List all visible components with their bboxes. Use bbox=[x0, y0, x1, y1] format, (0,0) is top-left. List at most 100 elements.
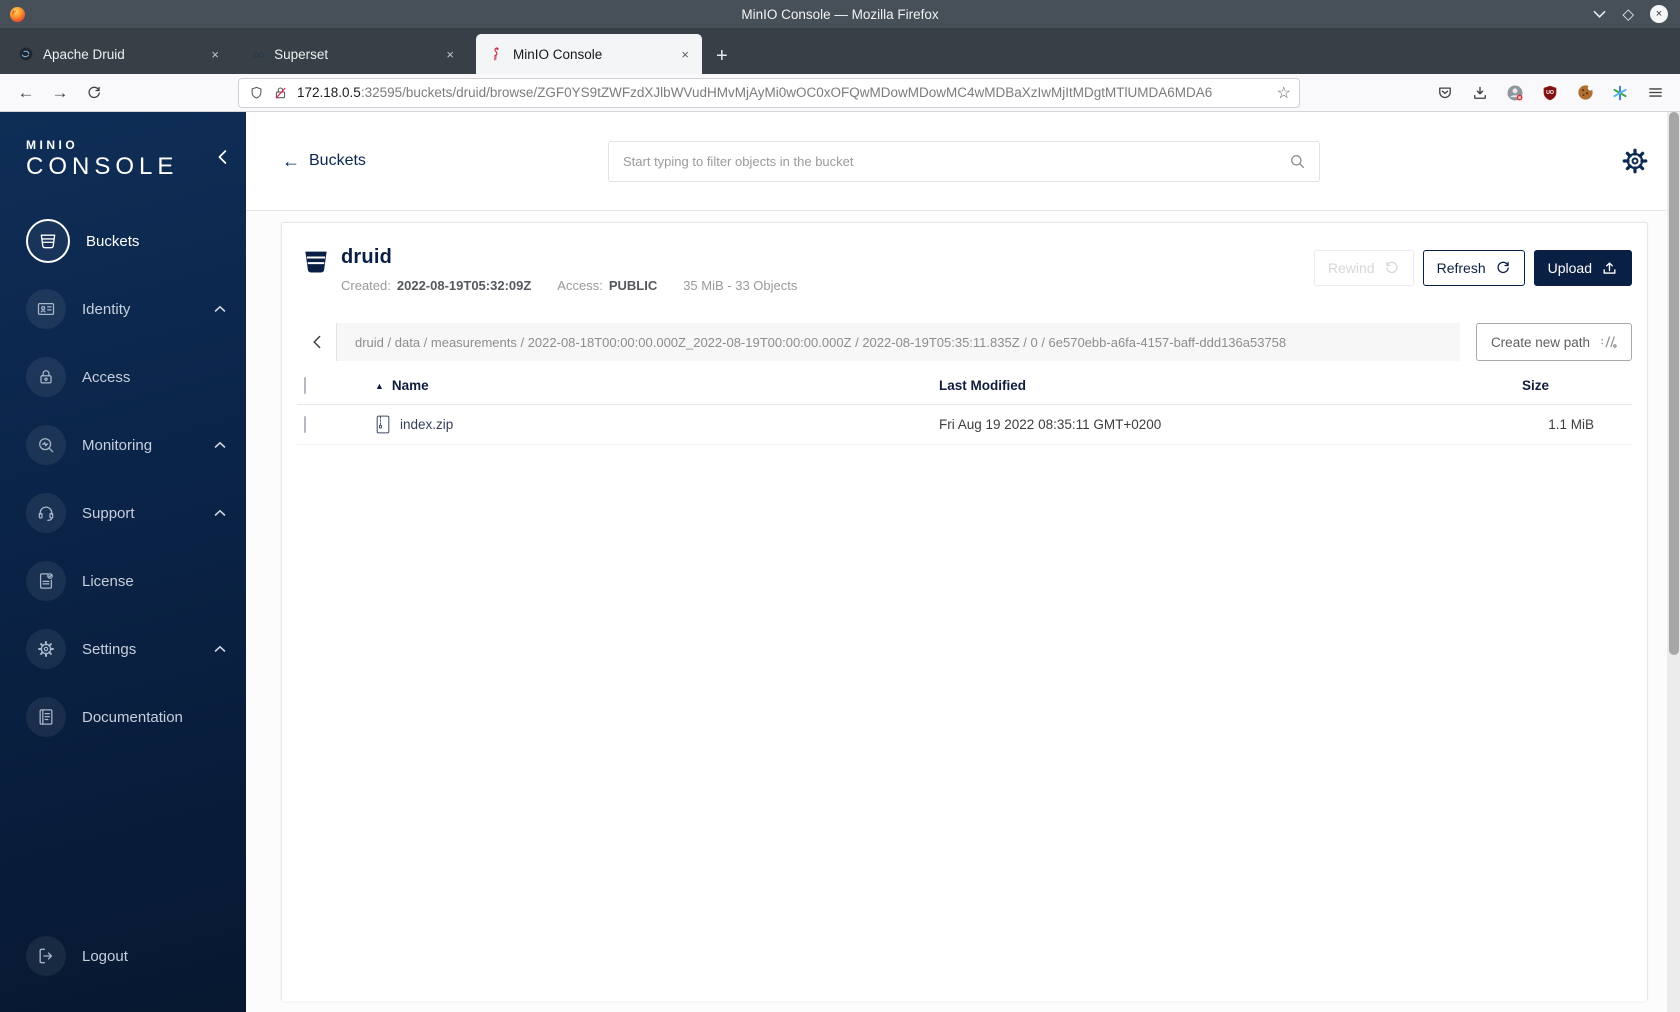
access-label: Access: bbox=[557, 278, 603, 293]
tab-label: MinIO Console bbox=[513, 46, 603, 62]
window-title: MinIO Console — Mozilla Firefox bbox=[741, 6, 939, 22]
rewind-label: Rewind bbox=[1327, 260, 1375, 276]
access-value: PUBLIC bbox=[608, 278, 658, 293]
rewind-icon bbox=[1385, 261, 1398, 274]
page-scrollbar[interactable] bbox=[1667, 112, 1680, 1012]
sidebar-item-label: Monitoring bbox=[82, 436, 153, 454]
chevron-up-icon bbox=[214, 509, 226, 517]
sidebar-item-settings[interactable]: Settings bbox=[0, 615, 246, 683]
logout-label: Logout bbox=[82, 947, 128, 965]
create-path-label: Create new path bbox=[1490, 334, 1590, 350]
sidebar-item-license[interactable]: License bbox=[0, 547, 246, 615]
sidebar-item-support[interactable]: Support bbox=[0, 479, 246, 547]
table-row[interactable]: index.zip Fri Aug 19 2022 08:35:11 GMT+0… bbox=[297, 405, 1632, 445]
monitoring-icon bbox=[26, 425, 66, 465]
tab-close-icon[interactable]: × bbox=[678, 47, 692, 62]
sidebar-item-label: Support bbox=[82, 504, 135, 522]
browser-forward-icon[interactable]: → bbox=[46, 79, 74, 107]
profile-extension-icon[interactable] bbox=[1503, 81, 1527, 105]
object-name-cell[interactable]: index.zip bbox=[355, 415, 939, 434]
tab-close-icon[interactable]: × bbox=[208, 47, 222, 62]
browser-toolbar: ← → 172.18.0.5:32595/buckets/druid/brows… bbox=[0, 74, 1680, 112]
back-arrow-icon: ← bbox=[282, 151, 300, 171]
column-header-last-modified: Last Modified bbox=[939, 378, 1026, 393]
svg-text:UO: UO bbox=[1546, 90, 1554, 96]
new-tab-button[interactable]: + bbox=[716, 46, 728, 66]
chevron-up-icon bbox=[214, 645, 226, 653]
refresh-button[interactable]: Refresh bbox=[1422, 250, 1525, 286]
url-host: 172.18.0.5 bbox=[297, 85, 361, 100]
bucket-browser-card: druid Created: 2022-08-19T05:32:09Z Acce… bbox=[281, 222, 1648, 1001]
upload-button[interactable]: Upload bbox=[1533, 250, 1632, 286]
tab-bar: Apache Druid × ∞ Superset × MinIO Consol… bbox=[0, 28, 1680, 74]
search-icon bbox=[1288, 152, 1307, 171]
logout-icon bbox=[26, 936, 66, 976]
lock-icon bbox=[26, 357, 66, 397]
object-size: 1.1 MiB bbox=[1548, 417, 1594, 432]
sidebar-item-logout[interactable]: Logout bbox=[0, 922, 246, 990]
sidebar-item-monitoring[interactable]: Monitoring bbox=[0, 411, 246, 479]
tab-superset[interactable]: ∞ Superset × bbox=[241, 34, 467, 74]
cookie-extension-icon[interactable] bbox=[1573, 81, 1597, 105]
sidebar-item-identity[interactable]: Identity bbox=[0, 275, 246, 343]
window-titlebar: MinIO Console — Mozilla Firefox ◇ × bbox=[0, 0, 1680, 28]
console-logo: CONSOLE bbox=[26, 153, 179, 180]
chevron-up-icon bbox=[214, 441, 226, 449]
sidebar-item-label: Identity bbox=[82, 300, 131, 318]
object-name: index.zip bbox=[400, 417, 454, 432]
console-settings-gear-icon[interactable] bbox=[1620, 146, 1650, 176]
url-text[interactable]: 172.18.0.5:32595/buckets/druid/browse/ZG… bbox=[297, 85, 1271, 100]
sidebar-item-label: Buckets bbox=[86, 232, 140, 250]
insecure-lock-icon[interactable] bbox=[273, 85, 288, 101]
upload-icon bbox=[1603, 261, 1616, 274]
identity-icon bbox=[26, 289, 66, 329]
window-close-icon[interactable]: × bbox=[1650, 5, 1668, 23]
url-bar[interactable]: 172.18.0.5:32595/buckets/druid/browse/ZG… bbox=[238, 77, 1300, 108]
tab-close-icon[interactable]: × bbox=[443, 47, 457, 62]
breadcrumb-back-chevron[interactable] bbox=[297, 323, 337, 361]
column-header-name[interactable]: ▲ Name bbox=[355, 378, 939, 393]
sidebar-item-access[interactable]: Access bbox=[0, 343, 246, 411]
zip-file-icon bbox=[375, 415, 391, 434]
tab-label: Superset bbox=[274, 46, 329, 62]
row-checkbox[interactable] bbox=[304, 416, 306, 433]
bookmark-star-icon[interactable]: ☆ bbox=[1277, 83, 1291, 103]
tab-apache-druid[interactable]: Apache Druid × bbox=[6, 34, 232, 74]
objects-table: ▲ Name Last Modified Size index.zip Fri … bbox=[297, 367, 1632, 445]
sidebar-collapse-icon[interactable] bbox=[216, 148, 228, 166]
tab-label: Apache Druid bbox=[43, 46, 125, 62]
gear-icon bbox=[26, 629, 66, 669]
downloads-icon[interactable] bbox=[1468, 81, 1492, 105]
refresh-icon bbox=[1497, 261, 1509, 274]
pocket-icon[interactable] bbox=[1433, 81, 1457, 105]
pinwheel-extension-icon[interactable] bbox=[1608, 81, 1632, 105]
tab-minio-console[interactable]: MinIO Console × bbox=[476, 34, 702, 74]
sidebar-item-buckets[interactable]: Buckets bbox=[0, 207, 246, 275]
breadcrumb[interactable]: druid / data / measurements / 2022-08-18… bbox=[337, 323, 1460, 361]
rewind-button[interactable]: Rewind bbox=[1313, 250, 1414, 286]
select-all-checkbox[interactable] bbox=[304, 377, 306, 394]
window-maximize-icon[interactable]: ◇ bbox=[1622, 7, 1634, 22]
hamburger-menu-icon[interactable] bbox=[1643, 81, 1667, 105]
browser-reload-icon[interactable] bbox=[80, 79, 108, 107]
column-header-size: Size bbox=[1522, 378, 1550, 393]
window-minimize-icon[interactable] bbox=[1593, 10, 1606, 19]
ublock-origin-icon[interactable]: UO bbox=[1538, 81, 1562, 105]
sidebar-item-documentation[interactable]: Documentation bbox=[0, 683, 246, 751]
back-to-buckets-link[interactable]: ← Buckets bbox=[282, 152, 366, 170]
create-new-path-button[interactable]: Create new path bbox=[1475, 323, 1632, 361]
browser-back-icon[interactable]: ← bbox=[12, 79, 40, 107]
buckets-icon bbox=[26, 219, 70, 263]
superset-infinity-icon: ∞ bbox=[253, 44, 266, 64]
sort-ascending-icon: ▲ bbox=[375, 380, 384, 391]
sidebar-item-label: Documentation bbox=[82, 708, 183, 726]
row-select-cell bbox=[297, 416, 355, 433]
minio-sidebar: MINIO CONSOLE Buckets Identity Access Mo… bbox=[0, 112, 246, 1012]
shield-icon[interactable] bbox=[249, 85, 264, 101]
firefox-logo-icon bbox=[8, 5, 27, 24]
object-filter-searchbox[interactable] bbox=[608, 141, 1320, 182]
object-last-modified: Fri Aug 19 2022 08:35:11 GMT+0200 bbox=[939, 417, 1162, 432]
search-input[interactable] bbox=[623, 154, 1288, 169]
scrollbar-thumb[interactable] bbox=[1668, 112, 1679, 655]
bucket-size-objects: 35 MiB - 33 Objects bbox=[683, 278, 798, 293]
